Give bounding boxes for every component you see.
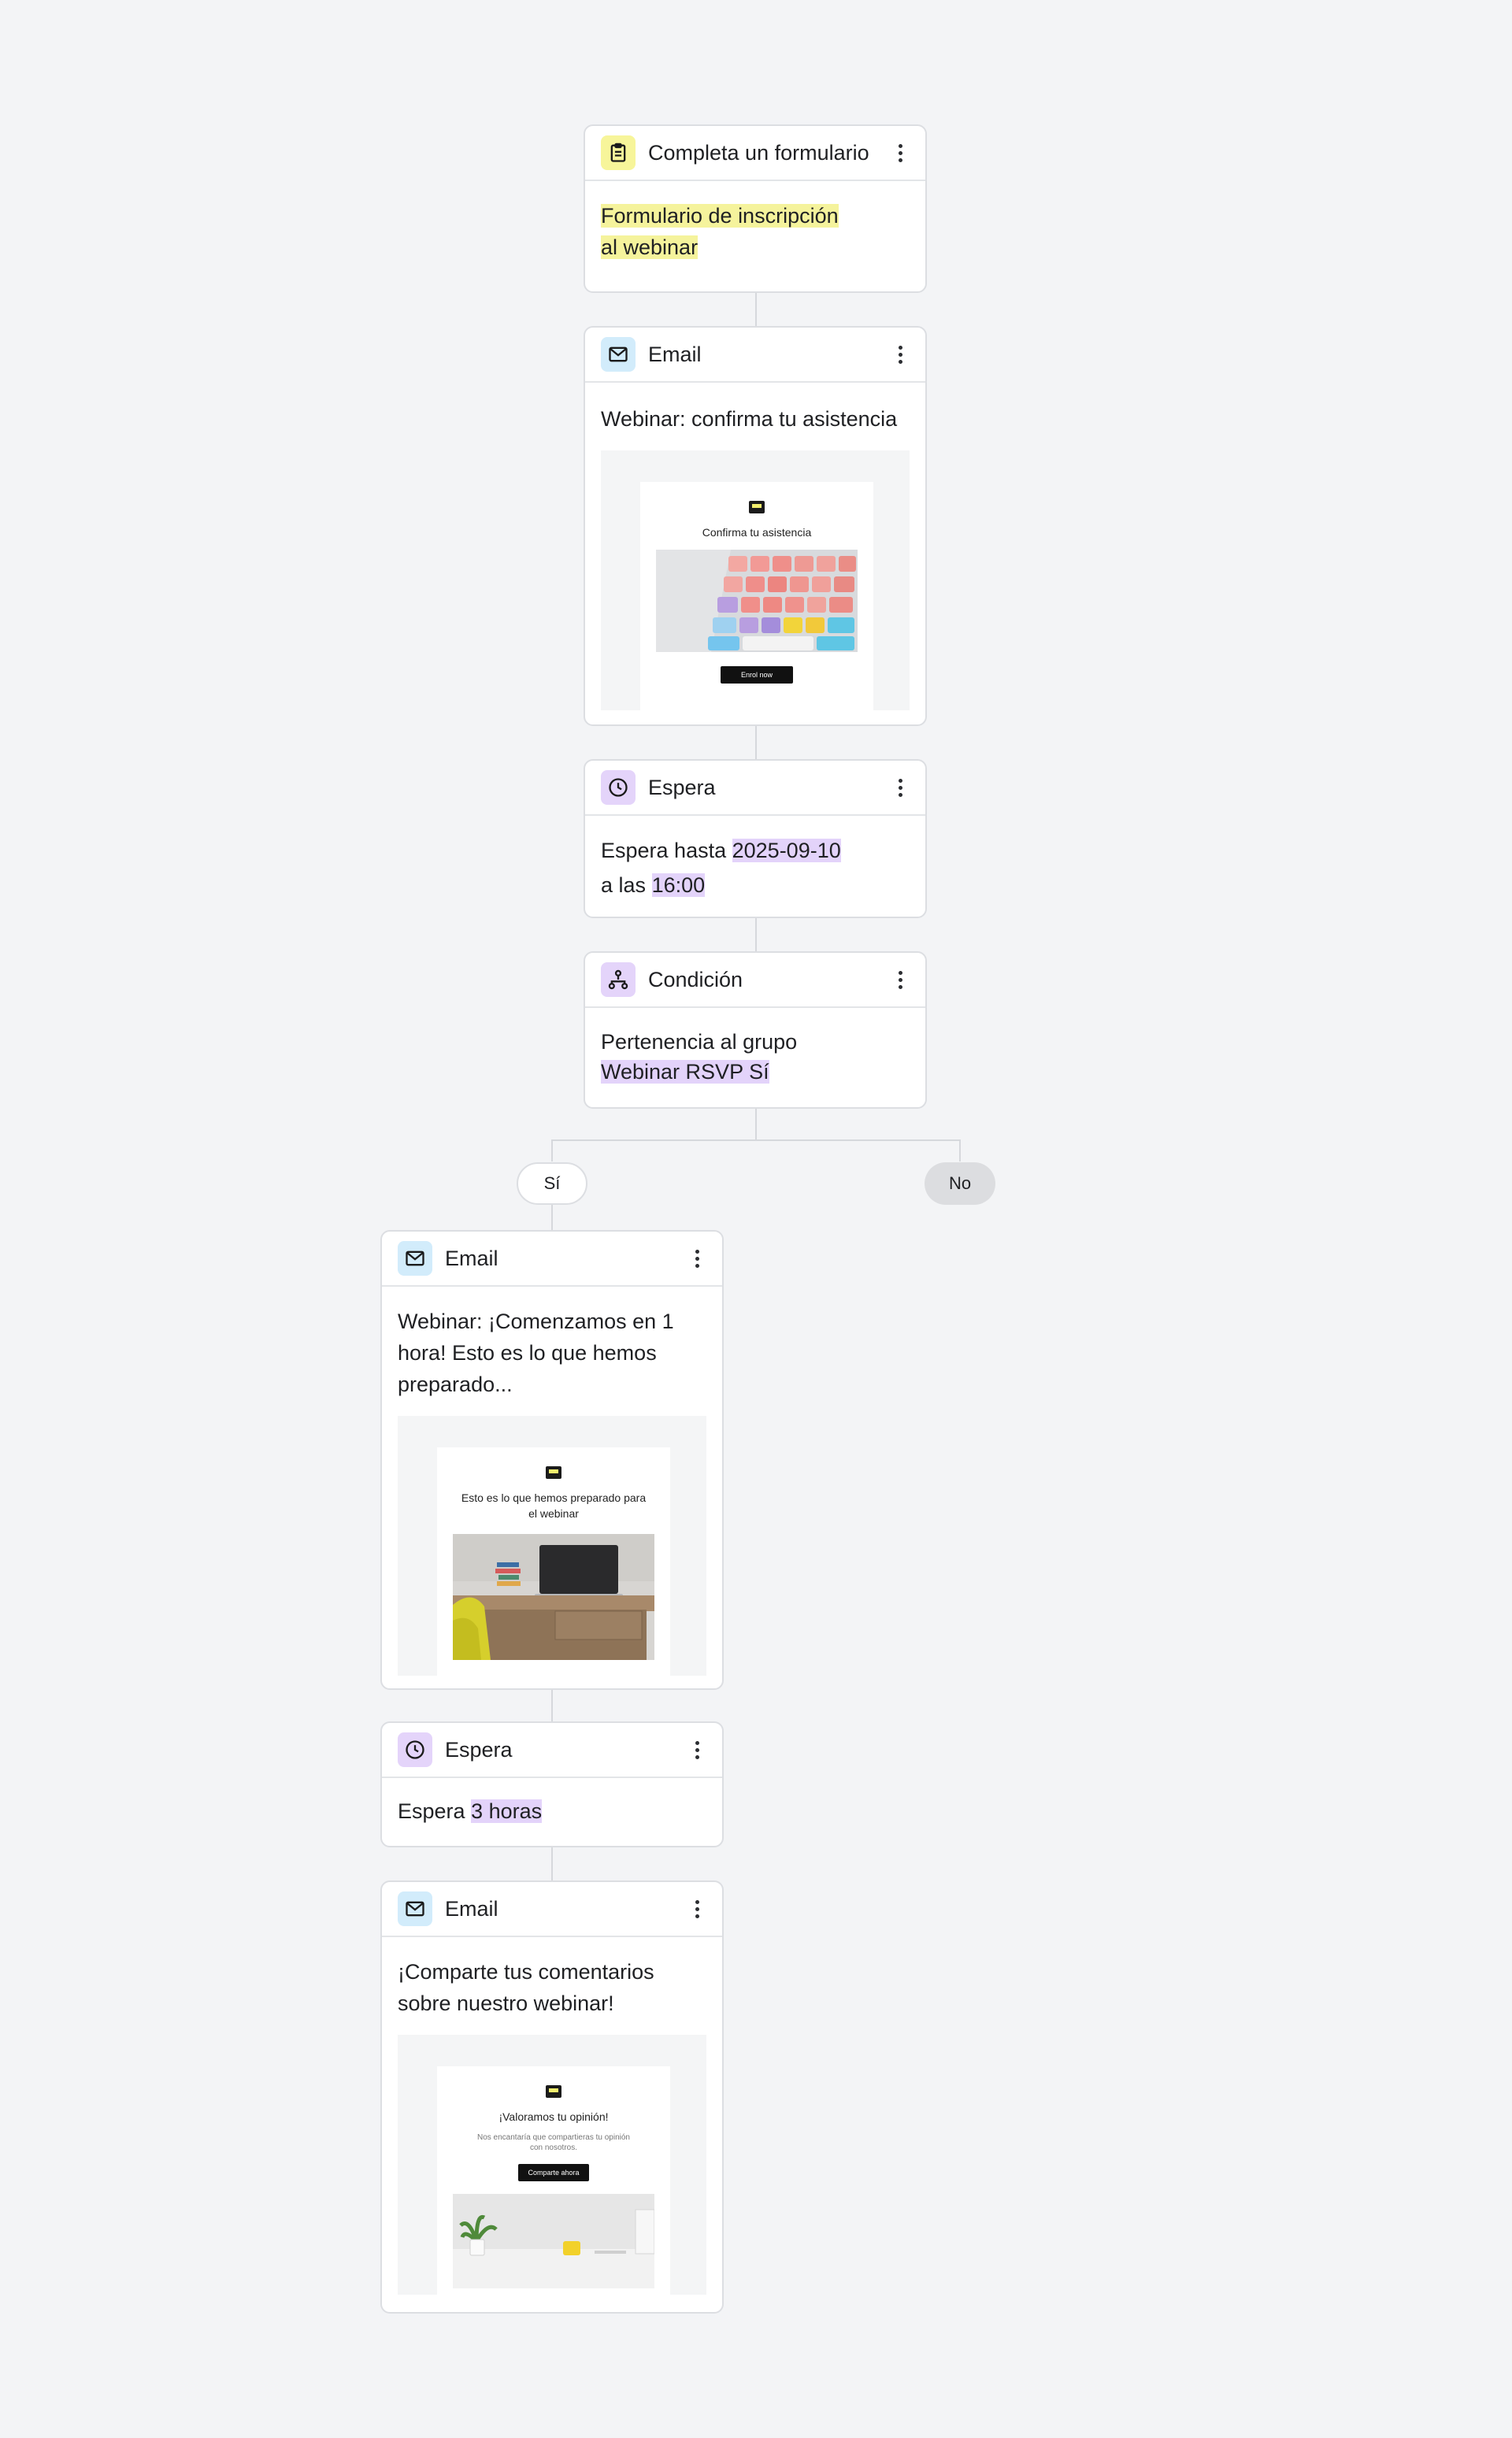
envelope-icon bbox=[601, 337, 636, 372]
form-name-line2: al webinar bbox=[601, 235, 699, 259]
email-card-starting[interactable]: Email Webinar: ¡Comenzamos en 1 hora! Es… bbox=[380, 1230, 724, 1690]
connector bbox=[755, 918, 757, 951]
wait-card-until[interactable]: Espera Espera hasta 2025-09-10 a las 16:… bbox=[584, 759, 927, 918]
card-title: Email bbox=[445, 1896, 498, 1921]
card-title: Condición bbox=[648, 967, 743, 991]
email-preview-paper: Esto es lo que hemos preparado para el w… bbox=[437, 1447, 670, 1676]
wait-duration: 3 horas bbox=[471, 1799, 543, 1823]
clock-icon bbox=[601, 770, 636, 805]
preview-heading: Esto es lo que hemos preparado para el w… bbox=[461, 1491, 647, 1520]
email-preview-paper: ¡Valoramos tu opinión! Nos encantaría qu… bbox=[437, 2066, 670, 2295]
wait-date: 2025-09-10 bbox=[732, 839, 841, 862]
plant-desk-image bbox=[453, 2194, 654, 2288]
connector bbox=[755, 293, 757, 326]
card-title: Email bbox=[445, 1246, 498, 1270]
clock-icon bbox=[398, 1732, 432, 1767]
card-header: Email bbox=[382, 1232, 722, 1287]
keyboard-image bbox=[656, 550, 858, 652]
preview-body: Nos encantaría que compartieras tu opini… bbox=[476, 2133, 630, 2152]
condition-group: Webinar RSVP Sí bbox=[601, 1060, 769, 1084]
branch-icon bbox=[601, 962, 636, 997]
connector bbox=[755, 726, 757, 759]
envelope-icon bbox=[398, 1891, 432, 1926]
more-vertical-icon[interactable] bbox=[891, 339, 910, 370]
email-preview[interactable]: Esto es lo que hemos preparado para el w… bbox=[398, 1416, 706, 1676]
chat-logo-icon bbox=[546, 2085, 561, 2098]
card-title: Completa un formulario bbox=[648, 140, 869, 165]
card-title: Email bbox=[648, 342, 702, 366]
more-vertical-icon[interactable] bbox=[687, 1734, 706, 1766]
wait-card-duration[interactable]: Espera Espera 3 horas bbox=[380, 1721, 724, 1847]
connector bbox=[551, 1139, 553, 1162]
more-vertical-icon[interactable] bbox=[891, 964, 910, 995]
trigger-card[interactable]: Completa un formulario Formulario de ins… bbox=[584, 124, 927, 293]
branch-no-pill[interactable]: No bbox=[925, 1162, 995, 1205]
preview-cta-button: Comparte ahora bbox=[518, 2164, 589, 2181]
email-subject: Webinar: confirma tu asistencia bbox=[601, 407, 898, 431]
chat-logo-icon bbox=[749, 501, 765, 513]
card-title: Espera bbox=[648, 775, 716, 799]
connector bbox=[551, 1847, 553, 1880]
preview-heading: ¡Valoramos tu opinión! bbox=[498, 2110, 609, 2123]
email-preview-paper: Confirma tu asistencia Enrol now bbox=[640, 482, 873, 710]
connector bbox=[551, 1690, 553, 1721]
card-title: Espera bbox=[445, 1737, 513, 1762]
condition-line1: Pertenencia al grupo bbox=[601, 1030, 798, 1054]
email-subject: ¡Comparte tus comentarios sobre nuestro … bbox=[398, 1960, 654, 2015]
card-header: Espera bbox=[585, 761, 925, 816]
wait-mid: a las bbox=[601, 873, 647, 897]
email-preview[interactable]: ¡Valoramos tu opinión! Nos encantaría qu… bbox=[398, 2035, 706, 2295]
branch-yes-pill[interactable]: Sí bbox=[517, 1162, 587, 1205]
condition-card[interactable]: Condición Pertenencia al grupo Webinar R… bbox=[584, 951, 927, 1109]
form-name-line1: Formulario de inscripción bbox=[601, 204, 839, 228]
clipboard-icon bbox=[601, 135, 636, 170]
card-header: Email bbox=[382, 1882, 722, 1937]
more-vertical-icon[interactable] bbox=[891, 137, 910, 169]
envelope-icon bbox=[398, 1241, 432, 1276]
chat-logo-icon bbox=[546, 1466, 561, 1479]
wait-prefix: Espera hasta bbox=[601, 839, 727, 862]
preview-heading: Confirma tu asistencia bbox=[702, 526, 812, 539]
preview-cta-button: Enrol now bbox=[720, 666, 794, 684]
connector bbox=[755, 1109, 757, 1140]
wait-time: 16:00 bbox=[651, 873, 706, 897]
desk-image bbox=[453, 1534, 654, 1660]
more-vertical-icon[interactable] bbox=[687, 1243, 706, 1274]
card-header: Espera bbox=[382, 1723, 722, 1778]
more-vertical-icon[interactable] bbox=[687, 1893, 706, 1925]
email-card-confirm[interactable]: Email Webinar: confirma tu asistencia Co… bbox=[584, 326, 927, 726]
connector bbox=[551, 1139, 961, 1141]
card-header: Email bbox=[585, 328, 925, 383]
connector bbox=[551, 1205, 553, 1230]
wait-prefix: Espera bbox=[398, 1799, 465, 1823]
email-subject: Webinar: ¡Comenzamos en 1 hora! Esto es … bbox=[398, 1310, 674, 1396]
connector bbox=[959, 1139, 961, 1162]
card-header: Condición bbox=[585, 953, 925, 1008]
more-vertical-icon[interactable] bbox=[891, 772, 910, 803]
email-preview[interactable]: Confirma tu asistencia Enrol now bbox=[601, 450, 910, 710]
email-card-feedback[interactable]: Email ¡Comparte tus comentarios sobre nu… bbox=[380, 1880, 724, 2314]
card-header: Completa un formulario bbox=[585, 126, 925, 181]
